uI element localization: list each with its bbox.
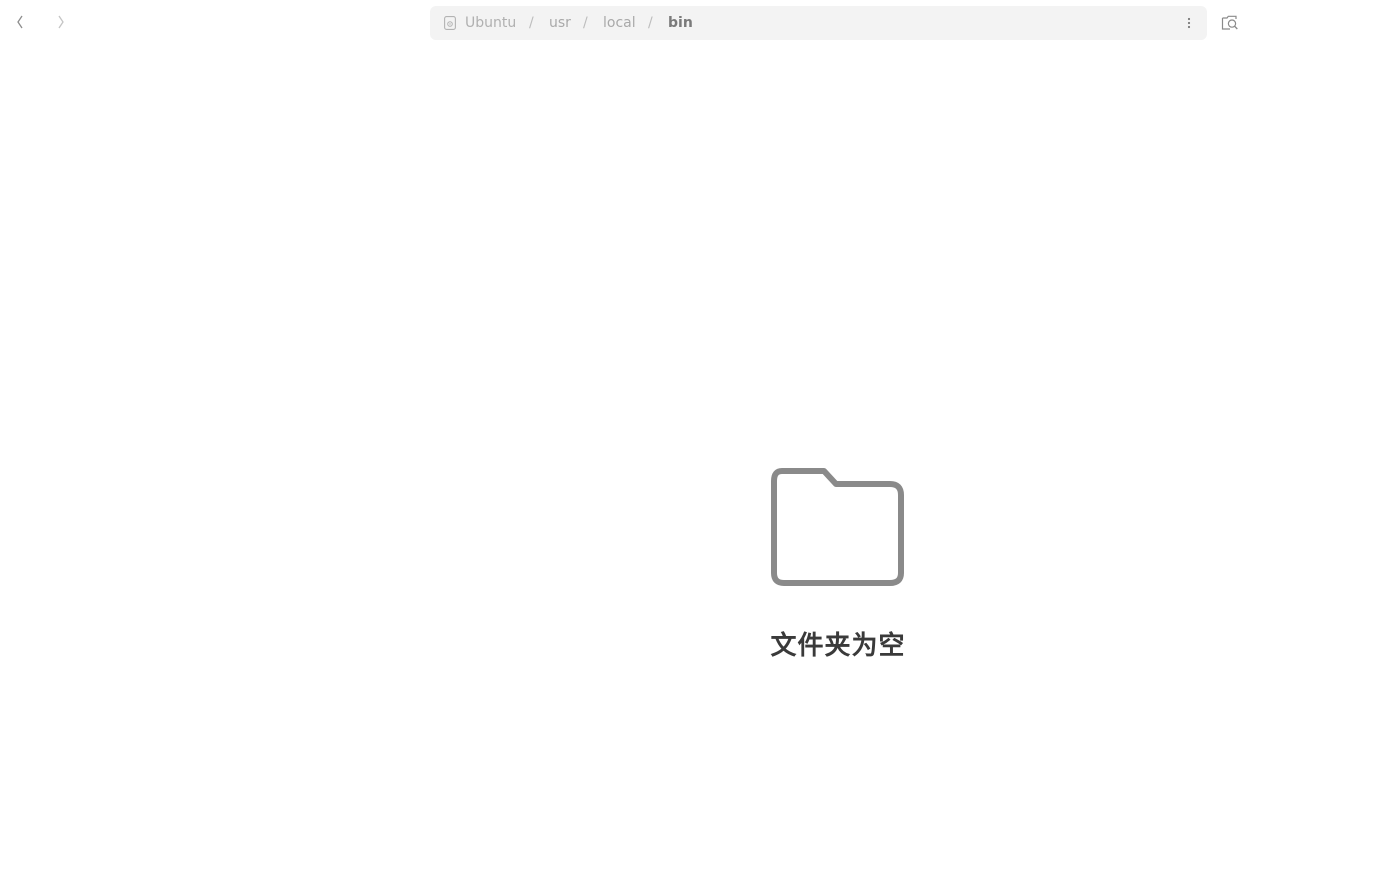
folder-icon	[771, 468, 904, 586]
path-separator: /	[529, 15, 534, 31]
vertical-dots-icon	[1187, 17, 1191, 29]
forward-button[interactable]	[47, 8, 75, 36]
chevron-left-icon	[17, 15, 23, 29]
path-item-bin[interactable]: bin	[668, 6, 693, 40]
search-icon	[1221, 15, 1238, 30]
back-button[interactable]	[6, 8, 34, 36]
empty-state: 文件夹为空	[738, 460, 938, 670]
path-bar[interactable]: Ubuntu / usr / local / bin	[430, 6, 1207, 40]
path-item-ubuntu[interactable]: Ubuntu	[465, 6, 516, 40]
drive-icon	[444, 16, 456, 30]
path-item-usr[interactable]: usr	[549, 6, 571, 40]
search-button[interactable]	[1217, 10, 1243, 36]
chevron-right-icon	[58, 15, 64, 29]
path-menu-button[interactable]	[1177, 10, 1201, 36]
path-item-local[interactable]: local	[603, 6, 636, 40]
file-manager-window: Ubuntu / usr / local / bin 文件夹为空	[0, 0, 1383, 893]
path-separator: /	[648, 15, 653, 31]
header-bar: Ubuntu / usr / local / bin	[0, 0, 1383, 46]
path-separator: /	[583, 15, 588, 31]
empty-folder-title: 文件夹为空	[770, 631, 906, 661]
